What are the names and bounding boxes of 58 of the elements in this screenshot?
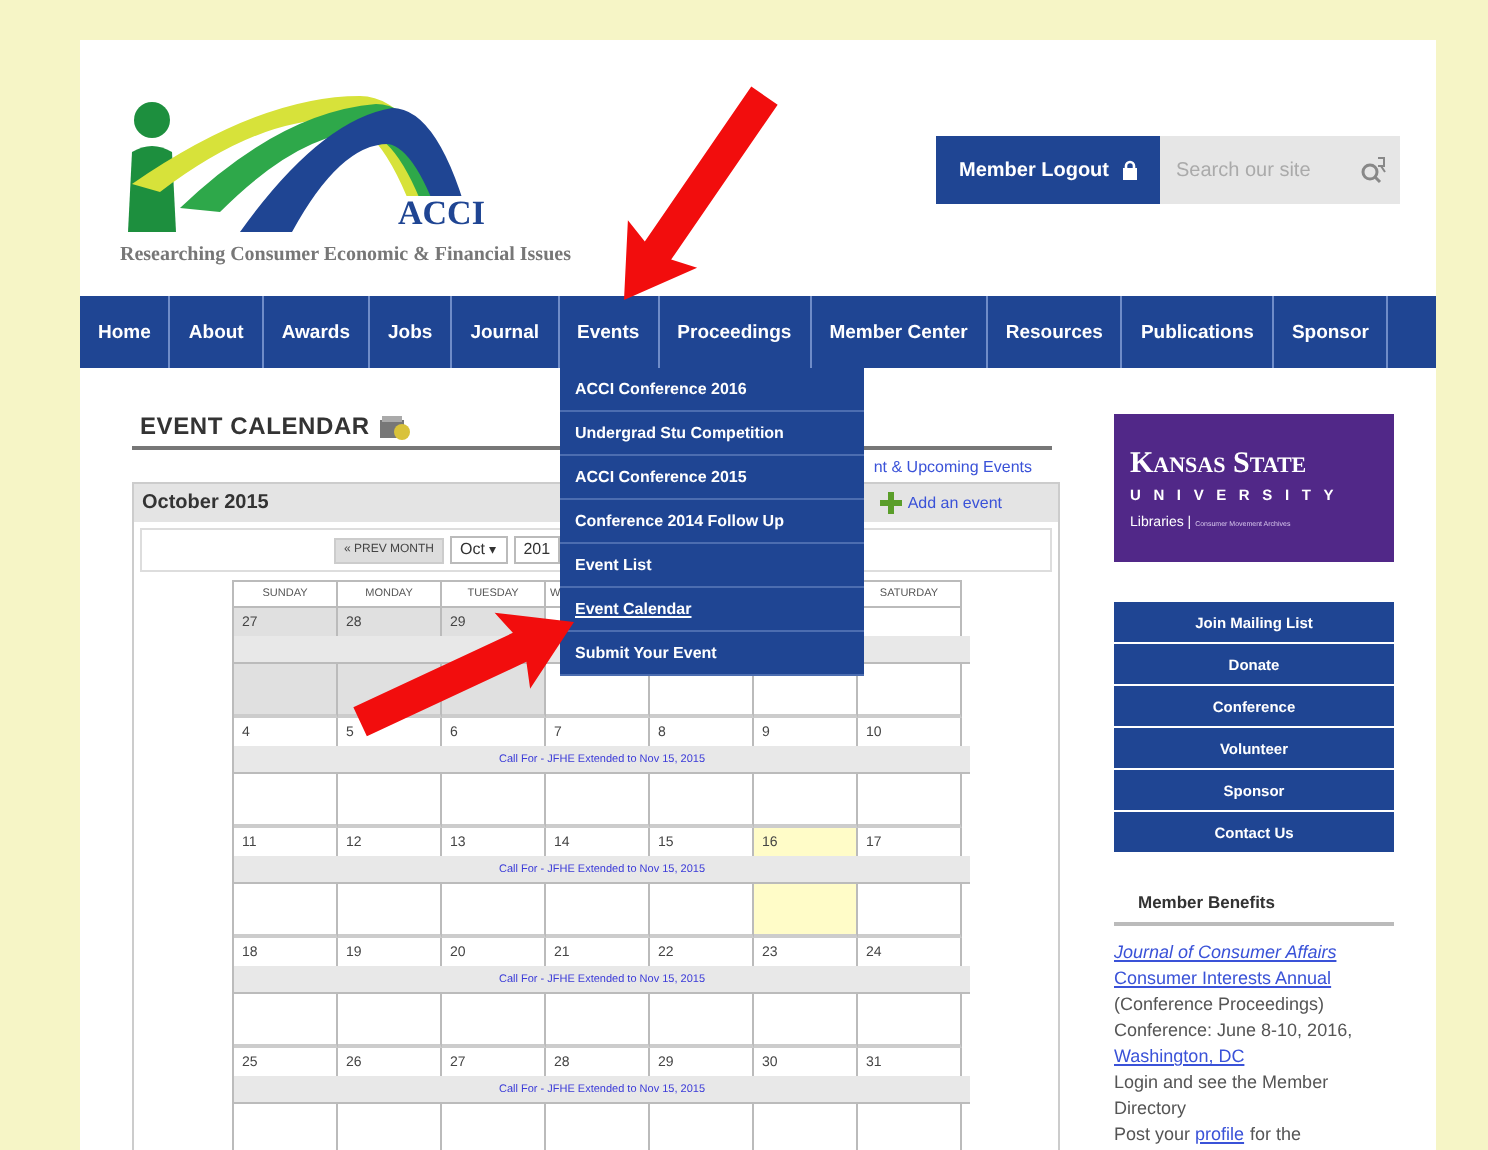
nav-link[interactable]: Resources [987,296,1121,368]
benefit-text: Conference: June 8-10, 2016, Washington, DC [1114,1018,1355,1070]
day-cell[interactable] [650,774,754,828]
page-heading: EVENT CALENDAR [140,412,370,440]
day-cell[interactable] [442,994,546,1048]
day-cell[interactable] [650,884,754,938]
benefit-link[interactable]: Journal of Consumer Affairs [1114,942,1337,962]
day-cell[interactable] [754,774,858,828]
lock-icon [1121,160,1137,180]
calendar-icon [377,412,410,440]
search-icon[interactable] [1360,156,1388,184]
day-cell[interactable] [546,884,650,938]
day-cell[interactable] [442,884,546,938]
day-cell[interactable] [754,994,858,1048]
day-cell[interactable] [546,994,650,1048]
day-cell[interactable] [858,884,962,938]
day-cell[interactable] [442,774,546,828]
benefit-text: Post your profile for the [1114,1122,1304,1148]
add-event-link[interactable]: Add an event [879,492,1002,514]
section-heading: Member Benefits [1114,892,1394,926]
menu-item[interactable]: Undergrad Stu Competition [559,412,863,456]
benefit-text: (Conference Proceedings) [1114,992,1327,1018]
day-cell[interactable] [754,884,858,938]
day-cell[interactable] [234,664,338,718]
day-cell[interactable] [858,774,962,828]
tagline: Researching Consumer Economic & Financial Issues [120,244,571,266]
nav-link[interactable]: Proceedings [659,296,810,368]
month-title: October 2015 [142,492,269,514]
nav-link[interactable]: Journal [452,296,557,368]
day-cell[interactable] [234,774,338,828]
menu-item[interactable]: ACCI Conference 2016 [559,368,863,412]
benefit-link[interactable]: profile [1195,1124,1245,1144]
day-cell[interactable] [650,994,754,1048]
benefit-link[interactable]: Washington, DC [1114,1046,1245,1066]
nav-link[interactable]: Awards [263,296,368,368]
benefit-link[interactable]: Consumer Interests Annual [1114,968,1332,988]
plus-icon [879,492,902,514]
nav-link[interactable]: About [170,296,262,368]
day-cell[interactable] [858,664,962,718]
search-field[interactable]: Search our site [1160,136,1400,204]
nav-link[interactable]: Events [559,296,658,368]
day-cell[interactable] [546,774,650,828]
nav-link[interactable]: Member Center [811,296,986,368]
year-select[interactable]: 201 [513,536,561,564]
nav-link[interactable]: Publications [1122,296,1272,368]
logo-text: ACCI [396,196,487,232]
day-cell[interactable] [858,994,962,1048]
day-cell[interactable] [338,774,442,828]
upcoming-events-link[interactable]: nt & Upcoming Events [873,457,1032,475]
menu-item[interactable]: Event List [559,544,863,588]
nav-link[interactable]: Home [80,296,169,368]
nav-link[interactable]: Sponsor [1273,296,1387,368]
nav-link[interactable]: Jobs [370,296,451,368]
day-cell[interactable] [338,884,442,938]
day-cell[interactable] [234,884,338,938]
logout-button[interactable]: Member Logout [936,136,1160,204]
day-cell[interactable] [234,994,338,1048]
day-cell[interactable] [338,994,442,1048]
